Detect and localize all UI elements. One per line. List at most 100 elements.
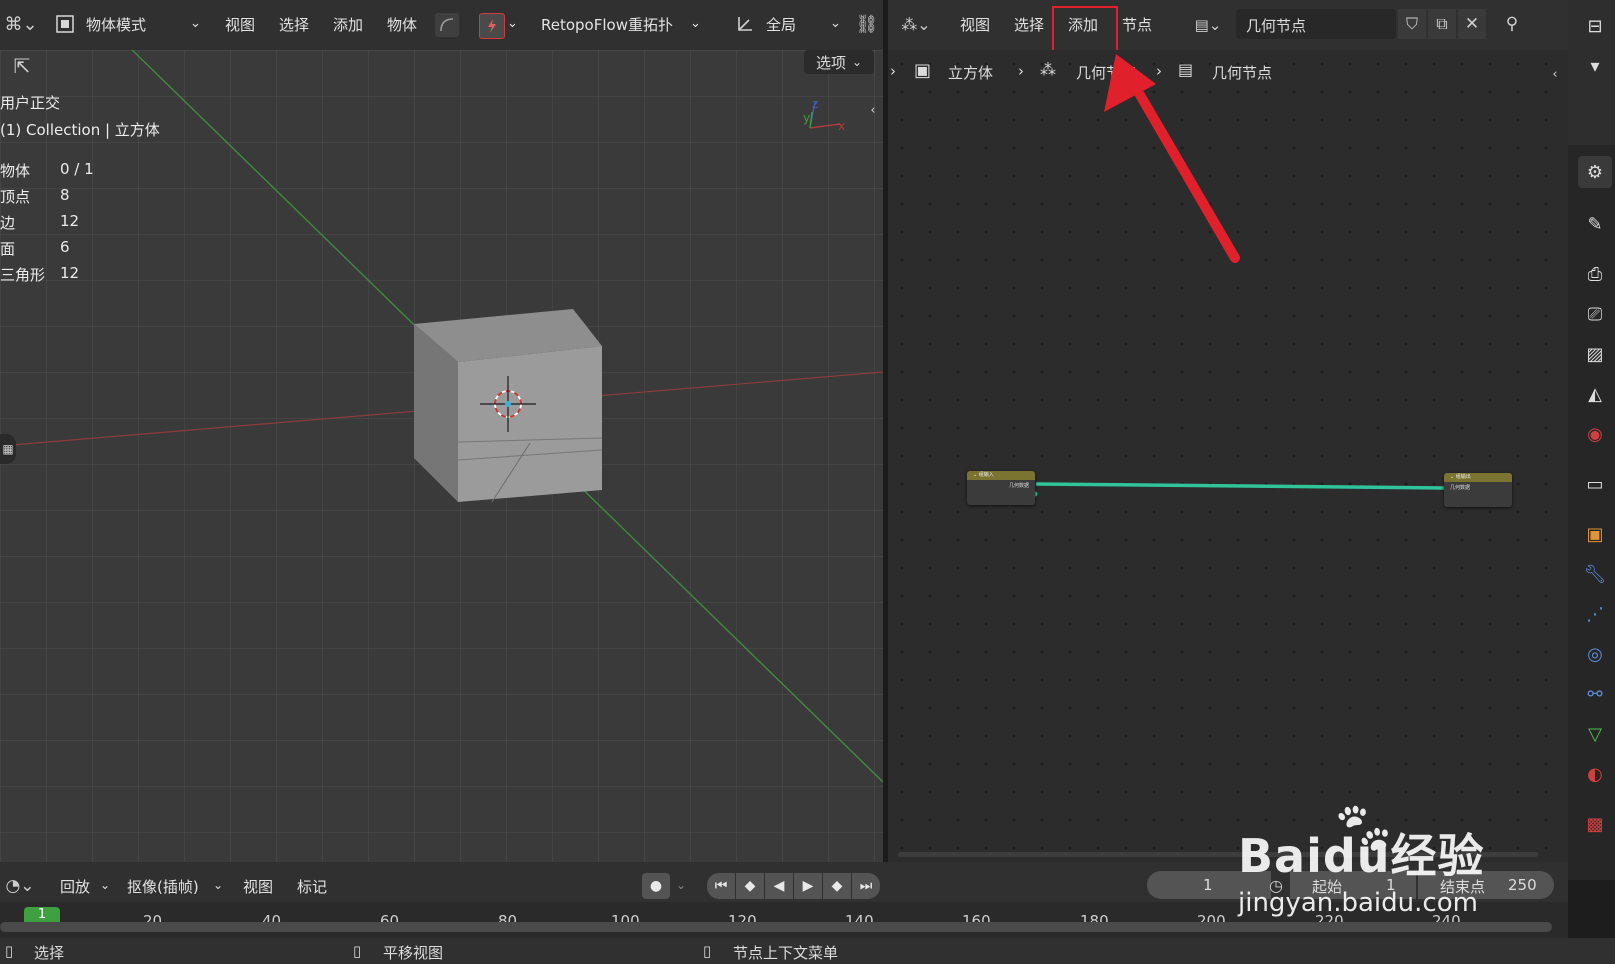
retopoflow-menu[interactable]: RetopoFlow重拓扑 bbox=[541, 14, 673, 35]
constraints-icon[interactable]: ⚯ bbox=[1578, 678, 1612, 710]
stat-value: 12 bbox=[60, 264, 80, 282]
options-label: 选项 bbox=[815, 53, 846, 72]
node-editor-type-icon[interactable]: ⁂⌄ bbox=[898, 10, 934, 38]
tool-icon[interactable]: ✎ bbox=[1578, 208, 1612, 240]
options-dropdown[interactable]: 选项 ⌄ bbox=[804, 50, 874, 74]
chevron-down-icon[interactable]: ⌄ bbox=[676, 878, 686, 892]
prev-keyframe-button[interactable]: ◆ bbox=[736, 873, 764, 899]
timeline-editor-type-icon[interactable]: ◔⌄ bbox=[0, 873, 40, 899]
watermark: 🐾︎ Baidu经验 jingyan.baidu.com bbox=[1238, 796, 1568, 926]
timeline-menu-view[interactable]: 视图 bbox=[243, 876, 273, 897]
node-menu-select[interactable]: 选择 bbox=[1014, 14, 1044, 35]
stat-value: 12 bbox=[60, 212, 80, 230]
node-menu-node[interactable]: 节点 bbox=[1122, 14, 1152, 35]
checker-icon[interactable]: ▦ bbox=[0, 434, 16, 464]
chevron-down-icon[interactable]: ⌄ bbox=[507, 16, 518, 31]
stat-label: 顶点 bbox=[0, 188, 31, 206]
node-menu-view[interactable]: 视图 bbox=[960, 14, 990, 35]
outliner-icon[interactable]: ⊟ bbox=[1578, 10, 1612, 42]
cube-front-face bbox=[458, 346, 602, 502]
view-name: 用户正交 bbox=[0, 94, 61, 112]
proportional-edit-icon[interactable] bbox=[479, 13, 505, 39]
output-icon[interactable]: ⎚ bbox=[1578, 298, 1612, 330]
play-reverse-button[interactable]: ◀ bbox=[765, 873, 793, 899]
filter-icon[interactable]: ▾ bbox=[1578, 50, 1612, 82]
node-editor-header: ⁂⌄ 视图 选择 添加 节点 ▤⌄ 几何节点 ⛉ ⧉ ✕ ⚲ bbox=[888, 0, 1568, 52]
3d-viewport[interactable]: x z y ⇱ 选项 ⌄ ‹ 用户正交 (1) Collection | 立方体 … bbox=[0, 50, 883, 862]
sidebar-toggle-icon[interactable]: ‹ bbox=[866, 100, 880, 120]
stat-label: 面 bbox=[0, 240, 16, 258]
mode-dropdown[interactable]: 物体模式 bbox=[86, 14, 146, 35]
chevron-down-icon[interactable]: ⌄ bbox=[830, 16, 841, 31]
chevron-down-icon[interactable]: ⌄ bbox=[690, 16, 701, 31]
status-left-hint: 选择 bbox=[34, 944, 65, 962]
mouse-middle-icon: ▯ bbox=[352, 942, 362, 960]
node-tree-type-icon[interactable]: ▤⌄ bbox=[1190, 12, 1226, 38]
editor-type-icon[interactable]: ⌘⌄ bbox=[4, 10, 38, 38]
current-frame-value: 1 bbox=[1203, 876, 1213, 894]
mouse-right-icon: ▯ bbox=[702, 942, 712, 960]
particles-icon[interactable]: ⋰ bbox=[1578, 598, 1612, 630]
auto-keying-button[interactable]: ● bbox=[642, 873, 670, 899]
svg-text:z: z bbox=[812, 97, 818, 111]
menu-object[interactable]: 物体 bbox=[387, 14, 417, 35]
fake-user-shield-icon[interactable]: ⛉ bbox=[1398, 9, 1426, 39]
physics-icon[interactable]: ◎ bbox=[1578, 638, 1612, 670]
timeline-menu-playback[interactable]: 回放 bbox=[60, 876, 90, 897]
world-icon[interactable]: ◉ bbox=[1578, 418, 1612, 450]
status-right-hint: 节点上下文菜单 bbox=[733, 944, 839, 962]
object-mode-icon bbox=[54, 12, 76, 36]
chevron-down-icon[interactable]: ⌄ bbox=[213, 878, 223, 892]
svg-text:y: y bbox=[803, 111, 810, 125]
jump-end-button[interactable]: ⏭ bbox=[852, 873, 880, 899]
svg-text:x: x bbox=[838, 119, 845, 133]
move-tool-icon[interactable]: ⇱ bbox=[6, 52, 38, 80]
close-icon[interactable]: ✕ bbox=[1458, 9, 1486, 39]
viewport-axes: x z y bbox=[0, 50, 883, 783]
menu-select[interactable]: 选择 bbox=[279, 14, 309, 35]
next-keyframe-button[interactable]: ◆ bbox=[823, 873, 851, 899]
timeline-menu-keying[interactable]: 抠像(插帧) bbox=[127, 876, 199, 897]
annotation-arrow bbox=[1104, 54, 1240, 263]
node-tree-name-field[interactable]: 几何节点 bbox=[1236, 9, 1396, 39]
snap-curve-icon[interactable] bbox=[435, 13, 459, 37]
stat-label: 物体 bbox=[0, 162, 31, 180]
collection-icon[interactable]: ▭ bbox=[1578, 468, 1612, 500]
object-data-icon[interactable]: ▽ bbox=[1578, 718, 1612, 750]
pin-icon[interactable]: ⚲ bbox=[1498, 10, 1526, 38]
menu-add[interactable]: 添加 bbox=[333, 14, 363, 35]
menu-view[interactable]: 视图 bbox=[225, 14, 255, 35]
viewport-header: ⌘⌄ 物体模式 ⌄ 视图 选择 添加 物体 ⌄ RetopoFlow重拓扑 ⌄ … bbox=[0, 0, 883, 50]
node-tree-name: 几何节点 bbox=[1246, 17, 1307, 35]
scene-icon[interactable]: ◭ bbox=[1578, 378, 1612, 410]
highlight-box bbox=[1052, 6, 1118, 52]
jump-start-button[interactable]: ⏮ bbox=[707, 873, 735, 899]
chevron-down-icon: ⌄ bbox=[851, 55, 863, 69]
stat-value: 0 / 1 bbox=[60, 160, 94, 178]
transform-orientation-icon[interactable] bbox=[733, 12, 757, 36]
material-icon[interactable]: ◐ bbox=[1578, 758, 1612, 790]
link-icon[interactable]: ⛓ bbox=[855, 12, 879, 36]
texture-icon[interactable]: ▩ bbox=[1578, 808, 1612, 840]
modifier-wrench-icon[interactable]: 🔧︎ bbox=[1578, 558, 1612, 590]
transform-orientation-dropdown[interactable]: 全局 bbox=[766, 14, 796, 35]
stat-label: 边 bbox=[0, 214, 16, 232]
status-middle-hint: 平移视图 bbox=[383, 944, 444, 962]
stat-value: 8 bbox=[60, 186, 70, 204]
timeline-menu-marker[interactable]: 标记 bbox=[297, 876, 327, 897]
watermark-brand: Baidu经验 bbox=[1238, 829, 1485, 883]
play-button[interactable]: ▶ bbox=[794, 873, 822, 899]
view-layer-icon[interactable]: ▨ bbox=[1578, 338, 1612, 370]
chevron-down-icon[interactable]: ⌄ bbox=[190, 16, 201, 31]
render-icon[interactable]: ⎙ bbox=[1578, 258, 1612, 290]
stat-value: 6 bbox=[60, 238, 70, 256]
collection-line: (1) Collection | 立方体 bbox=[0, 121, 160, 139]
watermark-url: jingyan.baidu.com bbox=[1238, 888, 1478, 918]
chevron-down-icon[interactable]: ⌄ bbox=[100, 878, 110, 892]
mouse-left-icon: ▯ bbox=[4, 942, 14, 960]
duplicate-icon[interactable]: ⧉ bbox=[1428, 9, 1456, 39]
node-editor[interactable]: › ▣ 立方体 › ⁂ 几何节点 › ▤ 几何节点 ‹ ⌄ 组输入 几何数据 ⌄… bbox=[888, 50, 1568, 862]
object-icon[interactable]: ▣ bbox=[1578, 518, 1612, 550]
stat-label: 三角形 bbox=[0, 266, 46, 284]
tool-settings-icon[interactable]: ⚙ bbox=[1578, 156, 1612, 188]
